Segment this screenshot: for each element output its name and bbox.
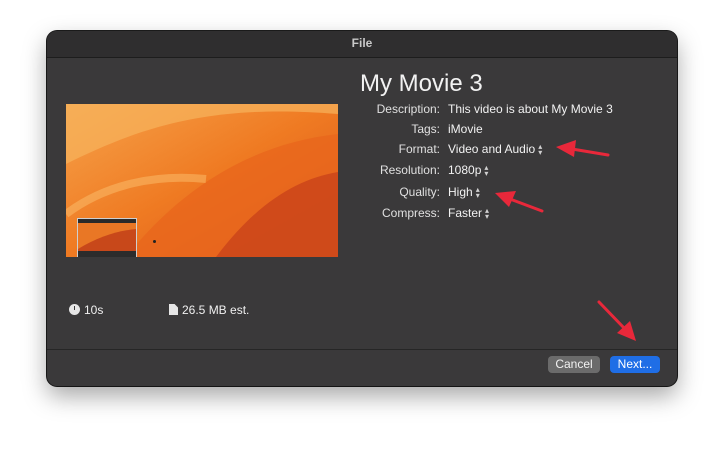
description-field[interactable]: This video is about My Movie 3 <box>448 102 613 116</box>
up-down-chevron-icon: ▴ ▾ <box>475 184 480 200</box>
clock-icon <box>69 304 80 315</box>
mini-screen-preview <box>77 218 137 257</box>
footer-divider <box>47 349 677 350</box>
cancel-button[interactable]: Cancel <box>548 356 600 373</box>
duration-value: 10s <box>84 303 104 317</box>
next-button[interactable]: Next... <box>610 356 660 373</box>
up-down-chevron-icon: ▴ ▾ <box>538 141 543 157</box>
up-down-chevron-icon: ▴ ▾ <box>484 162 489 178</box>
movie-title: My Movie 3 <box>360 70 483 97</box>
duration-info: 10s <box>69 303 103 317</box>
cursor-dot <box>153 240 156 243</box>
size-info: 26.5 MB est. <box>169 303 249 317</box>
compress-popup[interactable]: Faster ▴ ▾ <box>448 206 489 220</box>
format-value: Video and Audio <box>448 142 536 156</box>
property-label: Format: <box>398 142 440 156</box>
compress-value: Faster <box>448 206 483 220</box>
quality-popup[interactable]: High ▴ ▾ <box>448 185 480 199</box>
resolution-popup[interactable]: 1080p ▴ ▾ <box>448 163 488 177</box>
tags-field[interactable]: iMovie <box>448 122 483 136</box>
property-label: Tags: <box>411 122 440 136</box>
quality-value: High <box>448 185 473 199</box>
property-label: Resolution: <box>379 163 440 177</box>
property-label: Compress: <box>381 206 440 220</box>
share-file-dialog: File My Movie 3 Description: This video … <box>47 31 677 386</box>
window-title: File <box>47 31 677 58</box>
property-label: Description: <box>376 102 440 116</box>
resolution-value: 1080p <box>448 163 482 177</box>
up-down-chevron-icon: ▴ ▾ <box>485 205 490 221</box>
document-icon <box>169 304 178 315</box>
format-popup[interactable]: Video and Audio ▴ ▾ <box>448 142 542 156</box>
size-value: 26.5 MB est. <box>182 303 250 317</box>
property-label: Quality: <box>399 185 440 199</box>
